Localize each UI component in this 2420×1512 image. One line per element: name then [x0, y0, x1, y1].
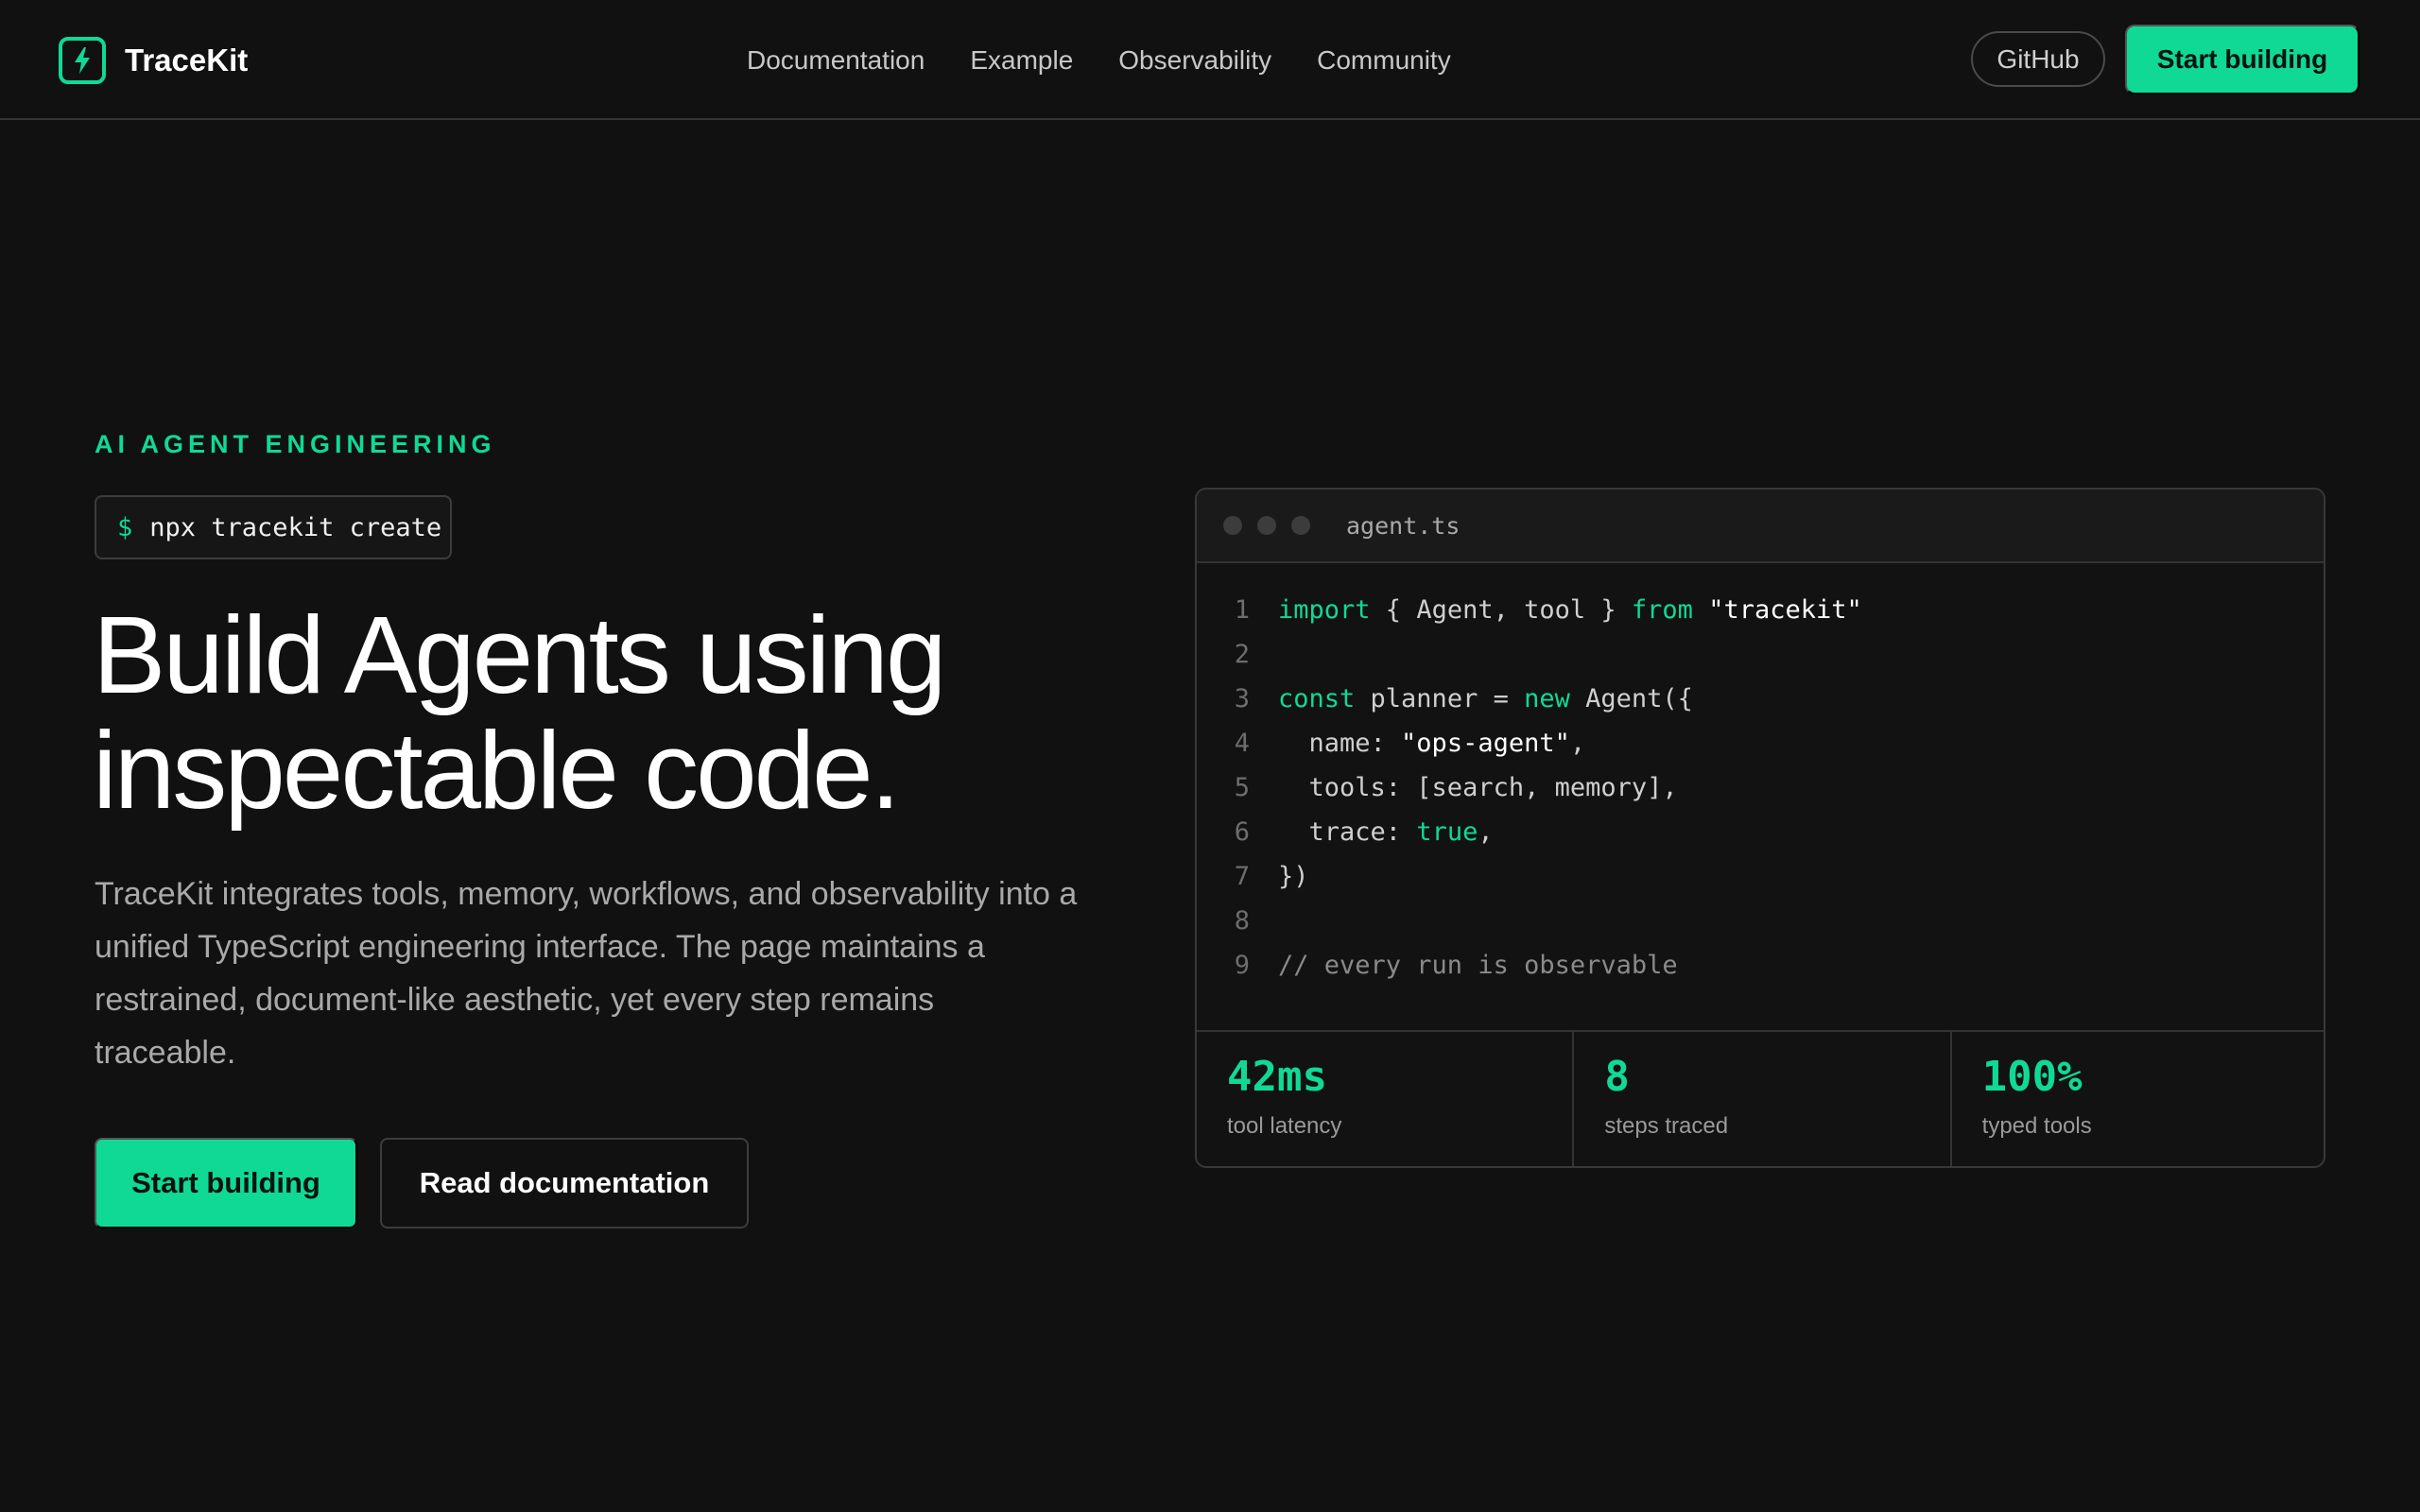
editor-filename: agent.ts — [1346, 511, 1461, 540]
nav-link-community[interactable]: Community — [1317, 45, 1451, 76]
install-command[interactable]: $ npx tracekit create — [95, 495, 452, 559]
window-dot-close — [1223, 516, 1242, 535]
window-dot-maximize — [1291, 516, 1310, 535]
brand[interactable]: TraceKit — [59, 36, 248, 85]
stat-value: 100% — [1981, 1053, 2083, 1101]
code-token: tools: [search, memory], — [1278, 773, 1678, 802]
stats-row: 42ms tool latency 8 steps traced 100% ty… — [1197, 1030, 2324, 1166]
code-token: name: — [1278, 729, 1402, 758]
code-token: planner = — [1355, 684, 1525, 713]
code-token: const — [1278, 684, 1356, 713]
github-button[interactable]: GitHub — [1971, 31, 2105, 87]
line-number: 6 — [1234, 817, 1250, 847]
code-token: , — [1569, 729, 1586, 758]
line-number: 2 — [1234, 640, 1250, 669]
line-number: 3 — [1234, 684, 1250, 713]
nav-start-building-button[interactable]: Start building — [2125, 25, 2360, 94]
code-token: import — [1278, 595, 1371, 625]
line-content: tools: [search, memory], — [1250, 773, 1678, 802]
code-line: 4 name: "ops-agent", — [1197, 721, 2324, 765]
stat-value: 42ms — [1227, 1053, 1327, 1101]
line-content: // every run is observable — [1250, 951, 1678, 980]
line-content: const planner = new Agent({ — [1250, 684, 1693, 713]
stat-value: 8 — [1604, 1053, 1630, 1101]
line-number: 1 — [1234, 595, 1250, 625]
code-token: Agent({ — [1569, 684, 1693, 713]
line-content: trace: true, — [1250, 817, 1494, 847]
code-token: // every run is observable — [1278, 951, 1678, 980]
line-number: 4 — [1234, 729, 1250, 758]
code-token: true — [1416, 817, 1478, 847]
line-content: import { Agent, tool } from "tracekit" — [1250, 595, 1862, 625]
hero-headline: Build Agents using inspectable code. — [93, 597, 1132, 828]
hero-start-building-button[interactable]: Start building — [95, 1138, 357, 1228]
stat-label: steps traced — [1604, 1113, 1729, 1139]
code-token: trace: — [1278, 817, 1417, 847]
code-line: 1 import { Agent, tool } from "tracekit" — [1197, 588, 2324, 632]
line-number: 5 — [1234, 773, 1250, 802]
stat-label: tool latency — [1227, 1113, 1342, 1139]
command-prompt: $ — [117, 512, 133, 542]
code-token: }) — [1278, 862, 1309, 891]
code-token: { Agent, tool } — [1370, 595, 1632, 625]
nav-link-example[interactable]: Example — [970, 45, 1073, 76]
command-text: npx tracekit create — [149, 512, 442, 542]
code-line: 3 const planner = new Agent({ — [1197, 677, 2324, 721]
hero-subtext: TraceKit integrates tools, memory, workf… — [95, 876, 1078, 1071]
code-line: 7}) — [1197, 854, 2324, 899]
headline-line-2: inspectable code. — [93, 709, 901, 832]
line-content: }) — [1250, 862, 1309, 891]
line-content: name: "ops-agent", — [1250, 729, 1586, 758]
code-line: 8 — [1197, 899, 2324, 943]
line-number: 8 — [1234, 906, 1250, 936]
code-token: from — [1631, 595, 1693, 625]
brand-name: TraceKit — [125, 43, 249, 77]
stat-latency: 42ms tool latency — [1197, 1032, 1575, 1166]
window-dot-minimize — [1257, 516, 1276, 535]
code-token: "tracekit" — [1708, 595, 1862, 625]
code-line: 9 // every run is observable — [1197, 943, 2324, 988]
top-nav: TraceKit Documentation Example Observabi… — [0, 0, 2420, 120]
code-token: new — [1524, 684, 1570, 713]
stat-typed-tools: 100% typed tools — [1952, 1032, 2324, 1166]
bolt-icon — [59, 37, 106, 84]
code-block: 1 import { Agent, tool } from "tracekit" 2… — [1197, 563, 2324, 1030]
code-editor-card: agent.ts 1 import { Agent, tool } from "t… — [1195, 488, 2325, 1168]
nav-links: Documentation Example Observability Comm… — [747, 38, 1451, 83]
read-documentation-button[interactable]: Read documentation — [380, 1138, 749, 1228]
stat-steps: 8 steps traced — [1574, 1032, 1952, 1166]
line-number: 9 — [1234, 951, 1250, 980]
code-token: , — [1478, 817, 1494, 847]
nav-link-documentation[interactable]: Documentation — [747, 45, 925, 76]
stat-label: typed tools — [1981, 1113, 2092, 1139]
headline-line-1: Build Agents using — [93, 593, 946, 716]
code-line: 5 tools: [search, memory], — [1197, 765, 2324, 810]
code-token: "ops-agent" — [1401, 729, 1570, 758]
code-line: 6 trace: true, — [1197, 810, 2324, 854]
line-number: 7 — [1234, 862, 1250, 891]
nav-link-observability[interactable]: Observability — [1118, 45, 1271, 76]
code-line: 2 — [1197, 632, 2324, 677]
editor-title-bar: agent.ts — [1197, 490, 2324, 563]
hero-eyebrow: AI AGENT ENGINEERING — [95, 430, 496, 458]
